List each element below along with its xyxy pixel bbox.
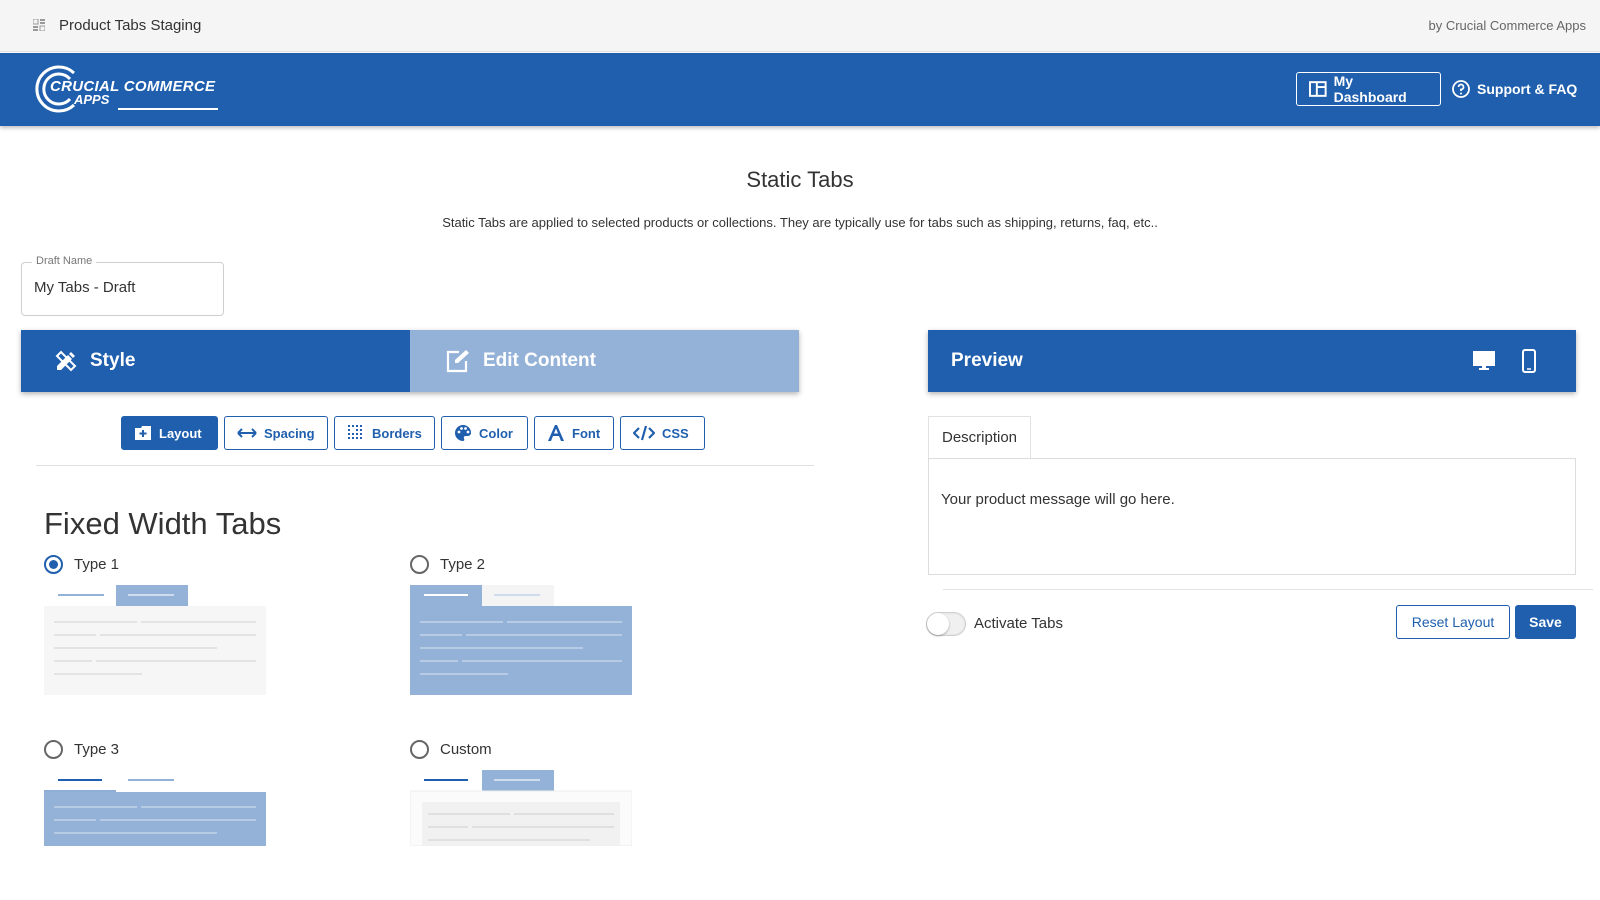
app-name: Product Tabs Staging [59, 17, 202, 34]
tab-edit-content-label: Edit Content [483, 350, 596, 371]
my-dashboard-label: My Dashboard [1333, 73, 1407, 105]
preview-message: Your product message will go here. [941, 491, 1175, 508]
draft-name-label: Draft Name [32, 255, 97, 267]
page-title: Static Tabs [746, 167, 854, 192]
layout-button-label: Layout [159, 425, 202, 441]
logo-underline [118, 108, 218, 110]
color-button[interactable]: Color [441, 416, 528, 450]
activate-tabs-toggle[interactable] [926, 612, 966, 636]
option-label: Type 3 [74, 741, 120, 758]
top-bar: Product Tabs Staging by Crucial Commerce… [0, 0, 1600, 52]
preview-title: Preview [951, 350, 1023, 371]
radio-button[interactable] [44, 740, 63, 759]
tab-edit-content[interactable]: Edit Content [410, 330, 799, 392]
layout-option-custom[interactable]: Custom [410, 740, 492, 759]
layout-option-type-2[interactable]: Type 2 [410, 555, 485, 574]
tab-style[interactable]: Style [21, 330, 410, 392]
tab-description[interactable]: Description [928, 416, 1031, 458]
custom-thumbnail[interactable] [410, 770, 632, 846]
layout-option-type-3[interactable]: Type 3 [44, 740, 119, 759]
option-label: Type 1 [74, 556, 120, 573]
logo-subtext: APPS [74, 92, 110, 107]
font-button-label: Font [572, 425, 601, 441]
radio-button[interactable] [410, 740, 429, 759]
borders-button[interactable]: Borders [334, 416, 435, 450]
option-label: Type 2 [440, 556, 486, 573]
save-button[interactable]: Save [1515, 605, 1576, 639]
reset-layout-button[interactable]: Reset Layout [1396, 605, 1510, 639]
palette-icon [455, 425, 471, 441]
support-faq-button[interactable]: Support & FAQ [1440, 72, 1589, 106]
edit-icon [446, 350, 469, 373]
toolbar-divider [36, 465, 814, 466]
grid-icon [33, 19, 45, 31]
preview-header: Preview [928, 330, 1576, 392]
preview-content: Your product message will go here. [928, 458, 1576, 575]
type-2-thumbnail[interactable] [410, 585, 632, 695]
layout-option-type-1[interactable]: Type 1 [44, 555, 119, 574]
option-label: Custom [440, 741, 492, 758]
editor-tabs: Style Edit Content [21, 330, 799, 392]
my-dashboard-button[interactable]: My Dashboard [1296, 72, 1441, 106]
spacing-button-label: Spacing [264, 425, 315, 441]
style-toolbar: Layout Spacing Borders Color Font CSS [121, 416, 705, 450]
color-button-label: Color [479, 425, 513, 441]
draft-name-field[interactable]: Draft Name [21, 255, 224, 316]
css-button[interactable]: CSS [620, 416, 705, 450]
type-1-thumbnail[interactable] [44, 585, 266, 695]
radio-button[interactable] [44, 555, 63, 574]
font-a-icon [548, 425, 564, 441]
add-box-icon [135, 426, 151, 440]
support-faq-label: Support & FAQ [1477, 81, 1578, 97]
pencil-ruler-icon [55, 350, 77, 372]
section-title: Fixed Width Tabs [44, 506, 282, 541]
desktop-icon[interactable] [1473, 351, 1495, 371]
border-grid-icon [348, 425, 362, 439]
vendor-byline: by Crucial Commerce Apps [1428, 18, 1587, 33]
help-circle-icon [1452, 80, 1470, 98]
borders-button-label: Borders [372, 425, 422, 441]
toggle-knob [927, 613, 949, 635]
spacing-button[interactable]: Spacing [224, 416, 328, 450]
code-icon [633, 425, 655, 441]
activate-tabs-label: Activate Tabs [974, 615, 1063, 632]
draft-name-input[interactable] [34, 279, 214, 296]
app-header: CRUCIAL COMMERCE APPS My Dashboard Suppo… [0, 53, 1600, 126]
tab-style-label: Style [90, 350, 136, 371]
brand-logo[interactable]: CRUCIAL COMMERCE APPS [34, 63, 234, 115]
mobile-icon[interactable] [1522, 349, 1536, 373]
type-3-thumbnail[interactable] [44, 770, 266, 846]
preview-divider [943, 589, 1593, 590]
radio-button[interactable] [410, 555, 429, 574]
css-button-label: CSS [662, 425, 689, 441]
page-subtitle: Static Tabs are applied to selected prod… [442, 215, 1158, 230]
font-button[interactable]: Font [534, 416, 614, 450]
layout-button[interactable]: Layout [121, 416, 218, 450]
arrows-horizontal-icon [237, 428, 257, 438]
dashboard-icon [1309, 81, 1327, 97]
